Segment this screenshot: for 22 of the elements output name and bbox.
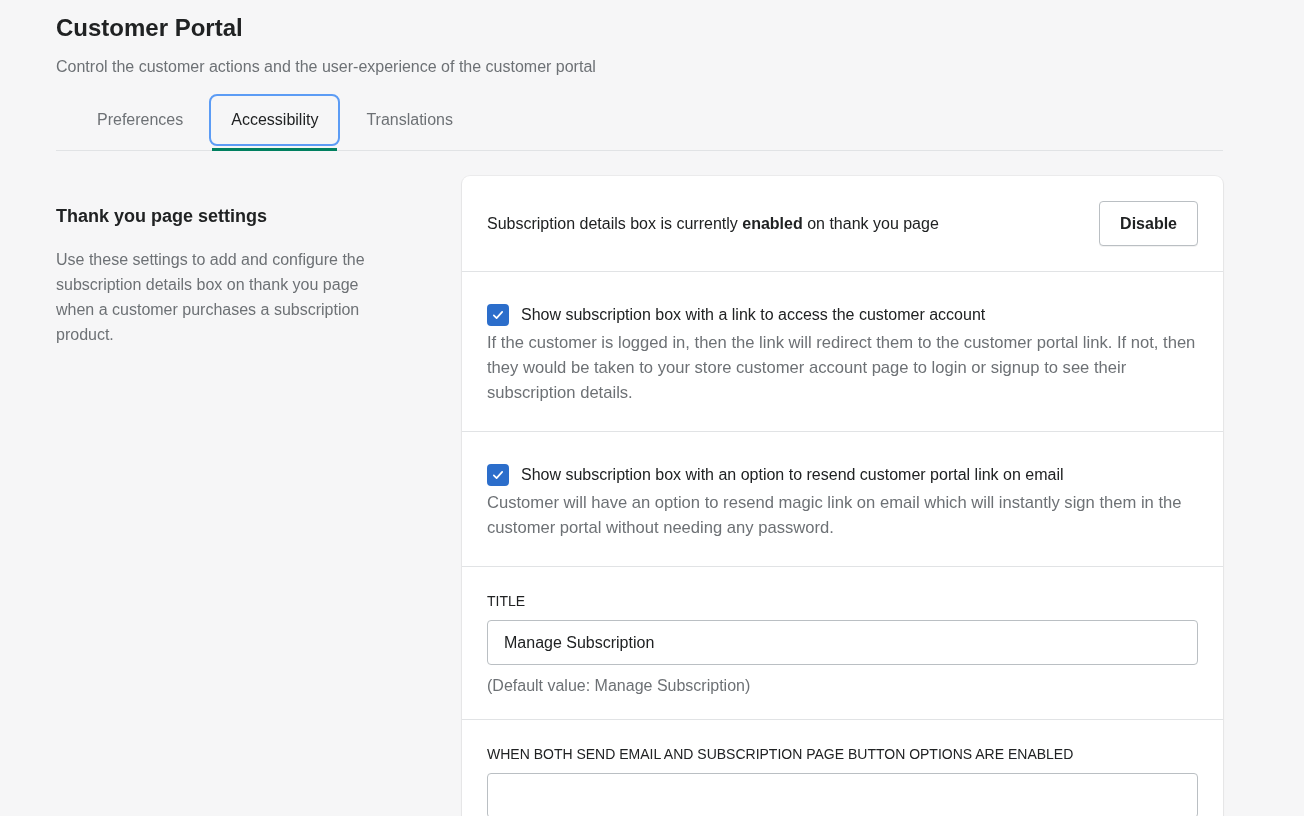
tab[interactable]: Accessibility: [209, 94, 341, 146]
checkmark-icon: [491, 308, 505, 322]
checkbox[interactable]: [487, 304, 509, 326]
tab[interactable]: Preferences: [75, 94, 206, 146]
disable-button[interactable]: Disable: [1099, 201, 1198, 246]
checkbox[interactable]: [487, 464, 509, 486]
field-label: TITLE: [487, 593, 527, 609]
text-field[interactable]: [487, 773, 1198, 816]
checkbox-label: Show subscription box with a link to access the customer account: [521, 306, 986, 324]
text-field[interactable]: Manage Subscription: [487, 620, 1198, 665]
status-text: Subscription details box is currently enabled on thank you page: [487, 214, 939, 233]
page-title: Customer Portal: [56, 13, 244, 43]
field-hint: (Default value: Manage Subscription): [487, 677, 752, 695]
tab[interactable]: Translations: [344, 94, 475, 146]
section-title: Thank you page settings: [56, 206, 269, 227]
field-label: WHEN BOTH SEND EMAIL AND SUBSCRIPTION PAGE BUTTON OPTIONS ARE ENABLED: [487, 746, 1075, 762]
help-text: Customer will have an option to resend magic link on email which will instantly sign them in the customer portal without needing any password.: [487, 492, 1183, 539]
page-subtitle: Control the customer actions and the user-experience of the customer portal: [56, 58, 597, 76]
checkbox-label: Show subscription box with an option to resend customer portal link on email: [521, 466, 1064, 484]
section-description: Use these settings to add and configure the subscription details box on thank you page when a customer purchases a subscription product.: [56, 250, 366, 345]
help-text: If the customer is logged in, then the link will redirect them to the customer portal link. If not, then they would be taken to your store customer account page to login or signup to see their subscription details.: [487, 332, 1197, 404]
checkmark-icon: [491, 468, 505, 482]
